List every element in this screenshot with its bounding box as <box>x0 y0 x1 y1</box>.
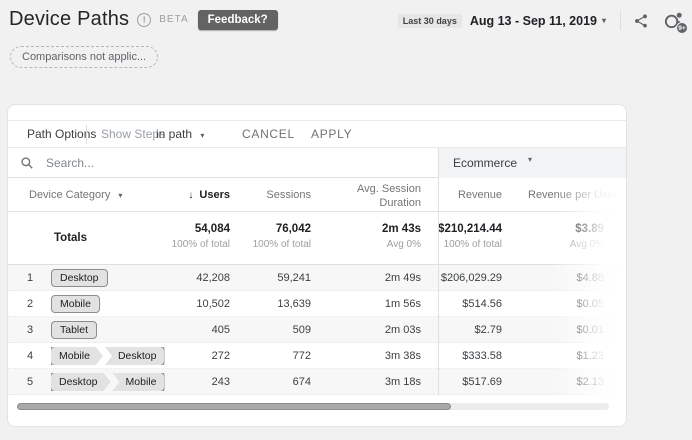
feedback-button[interactable]: Feedback? <box>198 10 278 30</box>
row-index: 2 <box>22 291 38 317</box>
share-icon[interactable] <box>633 13 649 29</box>
options-divider <box>86 125 87 144</box>
card-top-strip <box>8 105 626 121</box>
cell-sessions: 59,241 <box>277 265 311 291</box>
date-range-selector[interactable]: Aug 13 - Sep 11, 2019 ▾ <box>470 14 606 28</box>
beta-badge: BETA <box>159 14 188 25</box>
row-index: 5 <box>22 369 38 395</box>
totals-sessions: 76,042 100% of total <box>253 222 311 254</box>
column-header-revenue[interactable]: Revenue <box>458 178 502 212</box>
cell-duration: 3m 38s <box>385 343 421 369</box>
cell-revenue-per-user: $1.23 <box>576 343 604 369</box>
totals-avg-session-duration: 2m 43s Avg 0% <box>382 222 421 254</box>
insights-count-badge: 9+ <box>676 22 688 34</box>
apply-button[interactable]: APPLY <box>311 121 352 148</box>
table-row[interactable]: 5 Desktop Mobile 243 674 3m 18s $517.69 … <box>8 369 626 395</box>
comparison-chip[interactable]: Comparisons not applic... <box>10 46 158 68</box>
show-steps-select[interactable]: in path ▾ <box>156 121 204 149</box>
date-range-value: Aug 13 - Sep 11, 2019 <box>470 14 597 28</box>
cell-users: 243 <box>212 369 230 395</box>
table-row[interactable]: 1 Desktop 42,208 59,241 2m 49s $206,029.… <box>8 265 626 291</box>
table-row[interactable]: 4 Mobile Desktop 272 772 3m 38s $333.58 … <box>8 343 626 369</box>
cell-revenue-per-user: $2.13 <box>576 369 604 395</box>
cell-duration: 3m 18s <box>385 369 421 395</box>
cell-users: 42,208 <box>196 265 230 291</box>
chevron-down-icon: ▾ <box>118 191 122 200</box>
table-header-row: Device Category ▾ ↓ Users Sessions Avg. … <box>8 178 626 212</box>
path-options-bar: Path Options Show Steps in path ▾ CANCEL… <box>8 121 626 148</box>
cell-sessions: 674 <box>293 369 311 395</box>
cell-revenue: $517.69 <box>462 369 502 395</box>
insights-icon[interactable]: 9+ <box>663 10 684 31</box>
cell-revenue: $206,029.29 <box>441 265 502 291</box>
cell-users: 10,502 <box>196 291 230 317</box>
cell-sessions: 772 <box>293 343 311 369</box>
cell-revenue: $514.56 <box>462 291 502 317</box>
totals-revenue-per-user: $3.89 Avg 0% <box>570 222 604 254</box>
cell-duration: 1m 56s <box>385 291 421 317</box>
table-row[interactable]: 3 Tablet 405 509 2m 03s $2.79 $0.01 <box>8 317 626 343</box>
cell-sessions: 509 <box>293 317 311 343</box>
header-divider <box>620 11 621 30</box>
ecommerce-section-divider <box>438 148 439 395</box>
horizontal-scrollbar-thumb[interactable] <box>17 403 451 410</box>
sort-descending-icon: ↓ <box>188 190 193 201</box>
row-index: 4 <box>22 343 38 369</box>
cell-duration: 2m 03s <box>385 317 421 343</box>
cell-revenue: $2.79 <box>474 317 502 343</box>
device-path-chip[interactable]: Desktop <box>51 373 111 391</box>
cell-revenue-per-user: $0.05 <box>576 291 604 317</box>
column-header-users[interactable]: ↓ Users <box>188 178 230 213</box>
show-steps-value: in path <box>156 127 192 141</box>
device-path-chip[interactable]: Mobile <box>113 373 165 391</box>
header-actions: Last 30 days Aug 13 - Sep 11, 2019 ▾ 9+ <box>398 10 684 31</box>
search-input[interactable] <box>46 152 346 174</box>
cell-revenue-per-user: $0.01 <box>576 317 604 343</box>
cell-duration: 2m 49s <box>385 265 421 291</box>
column-header-sessions[interactable]: Sessions <box>266 178 311 212</box>
report-header: Device Paths ! BETA Feedback? <box>9 8 278 31</box>
report-card: Path Options Show Steps in path ▾ CANCEL… <box>7 104 627 427</box>
totals-row: Totals 54,084 100% of total 76,042 100% … <box>8 212 626 265</box>
totals-revenue: $210,214.44 100% of total <box>438 222 502 254</box>
cell-sessions: 13,639 <box>277 291 311 317</box>
cancel-button[interactable]: CANCEL <box>242 121 295 148</box>
row-index: 1 <box>22 265 38 291</box>
metric-group-label: Ecommerce <box>453 148 517 178</box>
chevron-down-icon: ▾ <box>200 131 204 140</box>
date-preset-badge: Last 30 days <box>398 14 462 28</box>
table-row[interactable]: 2 Mobile 10,502 13,639 1m 56s $514.56 $0… <box>8 291 626 317</box>
cell-revenue-per-user: $4.88 <box>576 265 604 291</box>
cell-users: 405 <box>212 317 230 343</box>
metric-group-selector[interactable]: Ecommerce ▾ <box>438 148 627 178</box>
page-title: Device Paths <box>9 8 129 31</box>
totals-label: Totals <box>54 232 87 244</box>
search-icon <box>20 156 34 175</box>
chevron-down-icon: ▾ <box>528 155 532 164</box>
column-header-device-category[interactable]: Device Category ▾ <box>29 178 122 213</box>
totals-users: 54,084 100% of total <box>172 222 230 254</box>
device-path-chip[interactable]: Desktop <box>105 347 165 365</box>
horizontal-scrollbar[interactable] <box>17 403 609 410</box>
device-path-chip[interactable]: Mobile <box>51 295 100 313</box>
device-path-chip[interactable]: Mobile <box>51 347 103 365</box>
device-path-chip[interactable]: Desktop <box>51 269 108 287</box>
row-index: 3 <box>22 317 38 343</box>
chevron-down-icon: ▾ <box>602 16 606 25</box>
cell-users: 272 <box>212 343 230 369</box>
device-path-chip[interactable]: Tablet <box>51 321 97 339</box>
info-icon[interactable]: ! <box>137 13 151 27</box>
column-header-avg-session-duration[interactable]: Avg. Session Duration <box>341 182 421 210</box>
column-header-revenue-per-user[interactable]: Revenue per User <box>528 178 617 212</box>
cell-revenue: $333.58 <box>462 343 502 369</box>
